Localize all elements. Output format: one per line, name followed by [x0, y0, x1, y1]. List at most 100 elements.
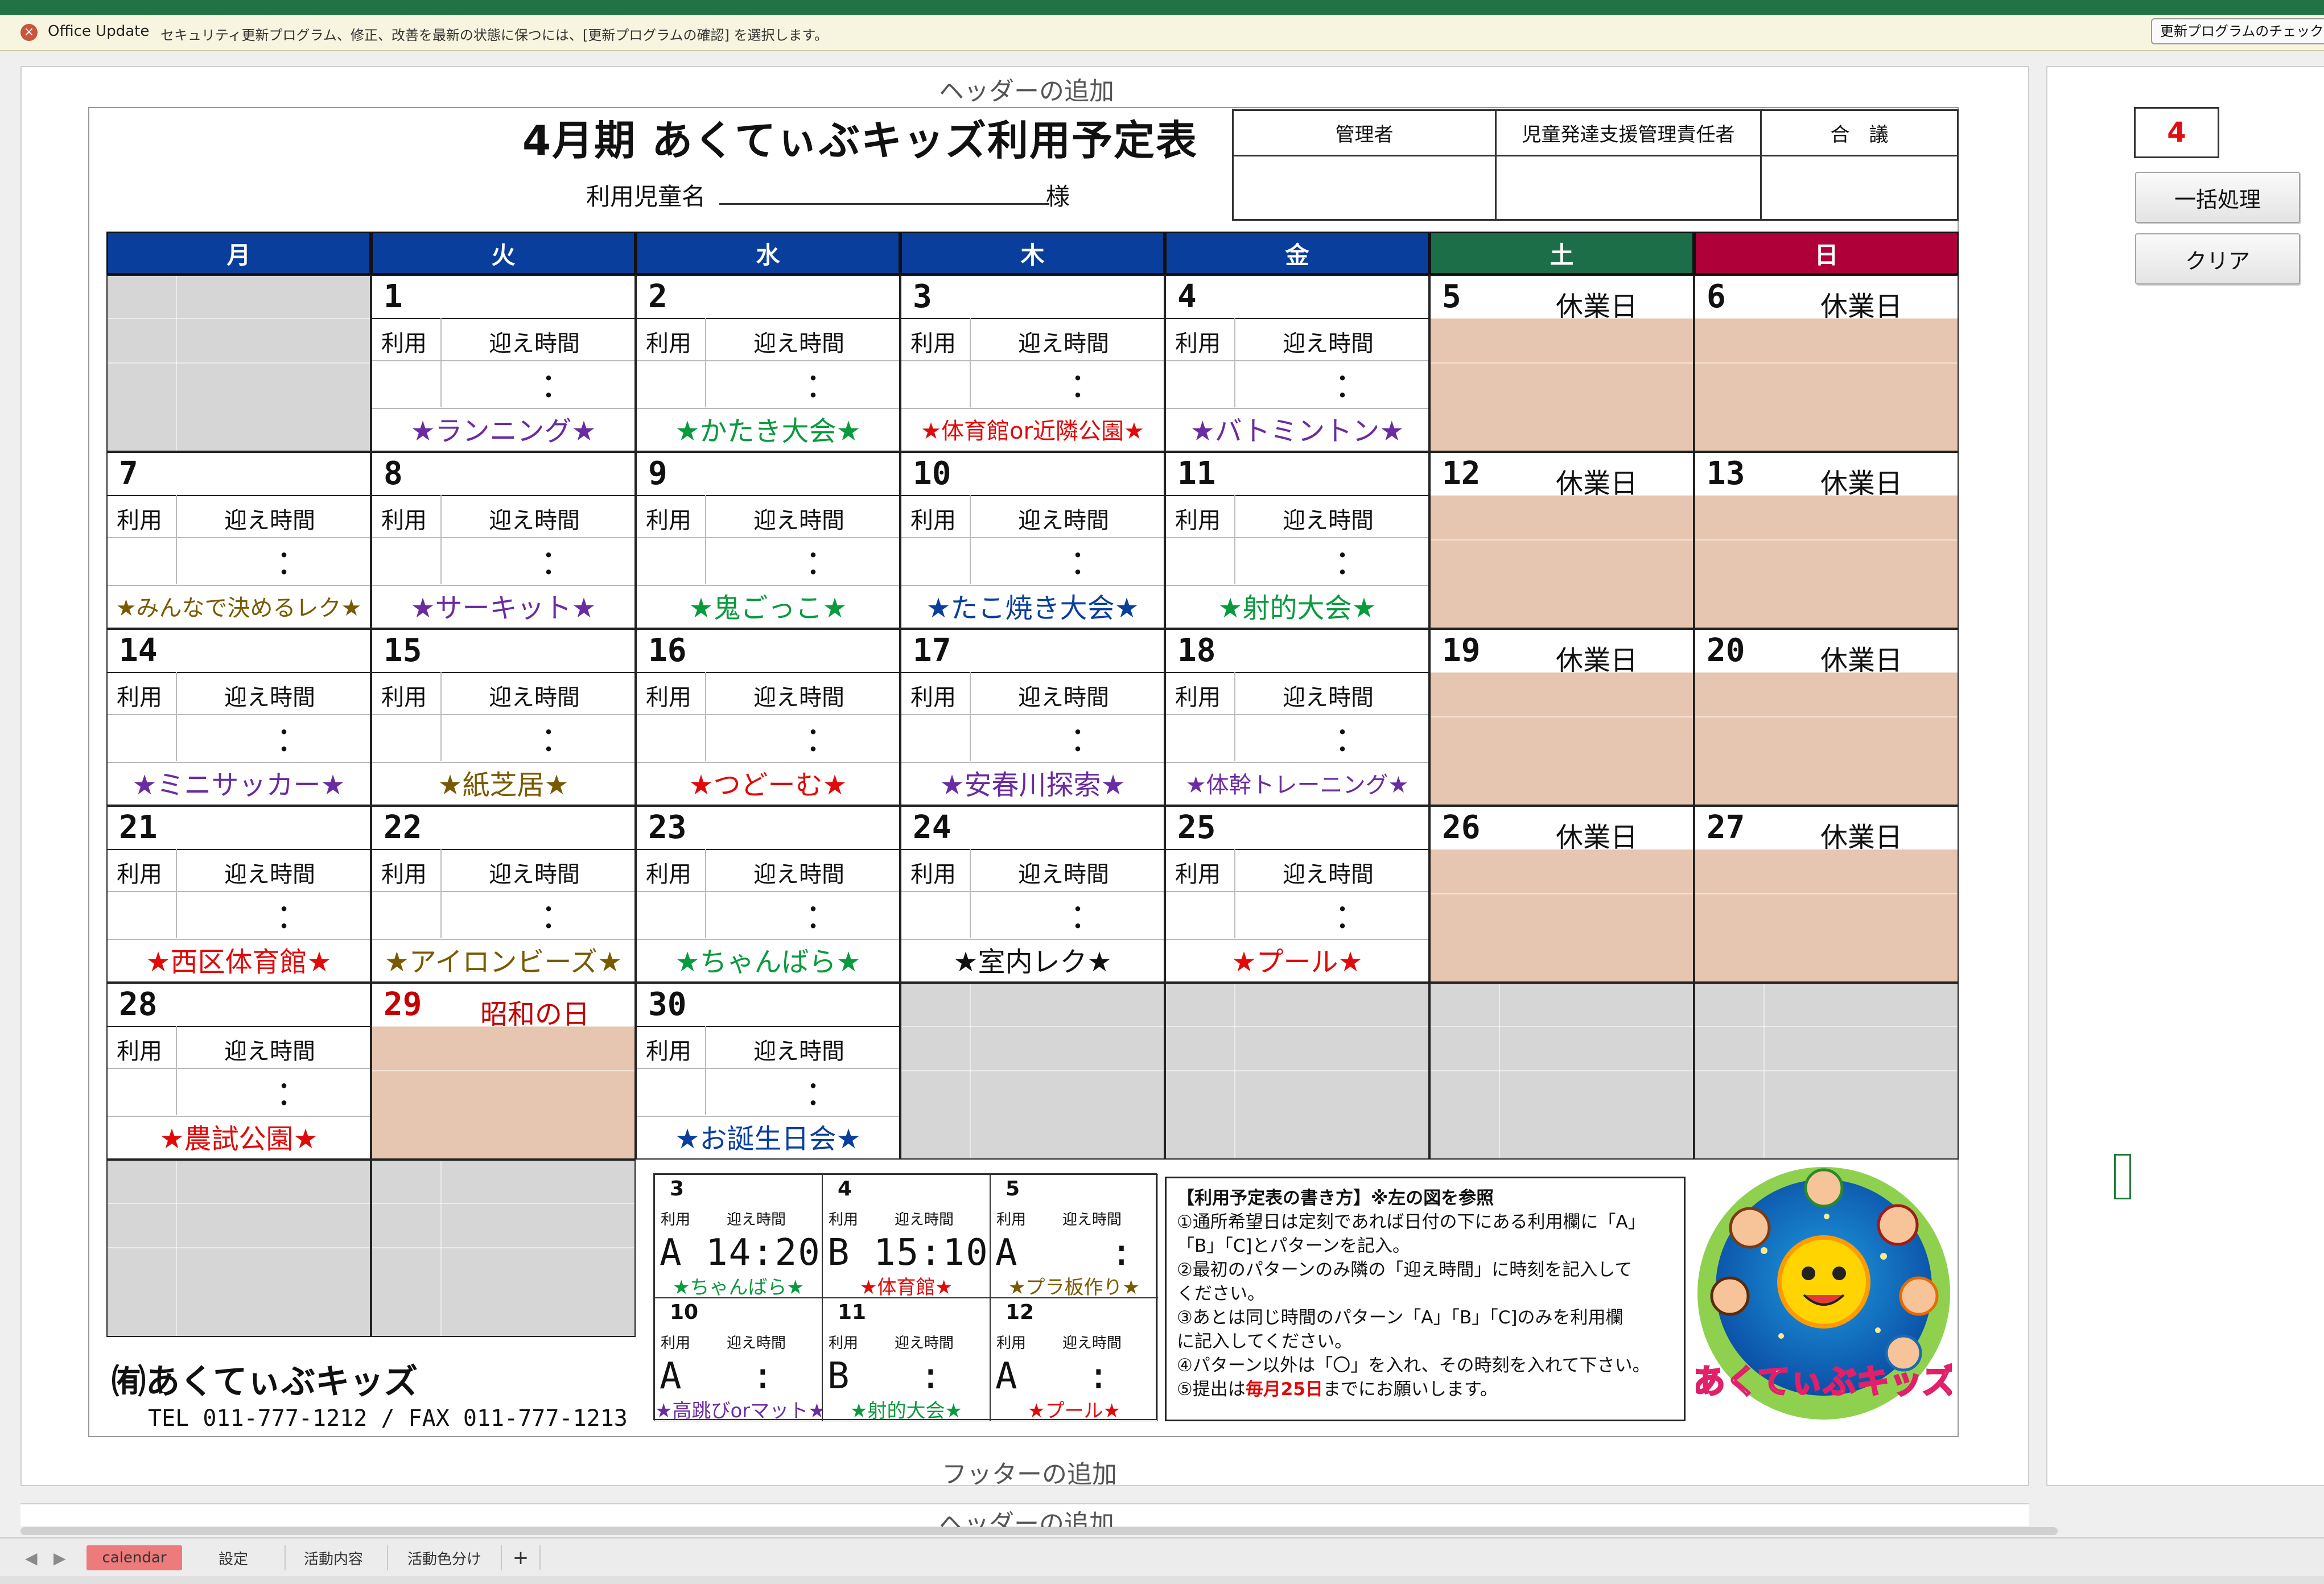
pickup-time-field[interactable]: ・ ・ — [1066, 721, 1089, 761]
example-day: 11 利用 迎え時間 B : ★射的大会★ — [822, 1298, 990, 1421]
usage-label: 利用 — [646, 1038, 691, 1065]
pickup-time-field[interactable]: ・ ・ — [273, 1075, 295, 1115]
closed-day-cell[interactable]: 19 休業日 — [1429, 629, 1694, 806]
add-footer-link[interactable]: フッターの追加 — [942, 1454, 1117, 1490]
pickup-time-field[interactable]: ・ ・ — [802, 544, 825, 584]
day-cell[interactable]: 28 利用 迎え時間・ ・ ★農試公園★ — [106, 983, 371, 1160]
closed-day-cell[interactable]: 26 休業日 — [1429, 806, 1694, 983]
day-cell[interactable]: 21 利用 迎え時間・ ・ ★西区体育館★ — [106, 806, 371, 983]
instruction-line: ①通所希望日は定刻であれば日付の下にある利用欄に「A」 — [1177, 1212, 1646, 1232]
pickup-time-field[interactable]: ・ ・ — [1331, 368, 1354, 407]
closed-day-cell[interactable]: 13 休業日 — [1694, 452, 1959, 629]
day-cell[interactable]: 14 利用 迎え時間・ ・ ★ミニサッカー★ — [106, 629, 371, 806]
day-cell[interactable]: 16 利用 迎え時間・ ・ ★つどーむ★ — [636, 629, 900, 806]
weekday-header: 月 — [106, 232, 371, 275]
closed-day-cell[interactable]: 27 休業日 — [1694, 806, 1959, 983]
pickup-time-field[interactable]: ・ ・ — [802, 898, 825, 938]
approval-stamp-cell[interactable] — [1234, 156, 1497, 219]
pickup-time-field[interactable]: ・ ・ — [1066, 898, 1089, 938]
close-update-icon[interactable]: × — [20, 24, 38, 41]
pickup-time-field[interactable]: ・ ・ — [537, 898, 560, 938]
pickup-time-field[interactable]: ・ ・ — [537, 544, 560, 584]
day-cell[interactable]: 1 利用 迎え時間・ ・ ★ランニング★ — [371, 275, 636, 452]
pickup-time-field[interactable]: ・ ・ — [802, 1075, 825, 1115]
pickup-time-field[interactable]: ・ ・ — [802, 721, 825, 761]
pickup-time-field[interactable]: ・ ・ — [273, 898, 295, 938]
check-updates-button[interactable]: 更新プログラムのチェック — [2151, 18, 2324, 44]
day-cell[interactable]: 8 利用 迎え時間・ ・ ★サーキット★ — [371, 452, 636, 629]
empty-day-cell[interactable] — [1165, 983, 1429, 1160]
day-cell[interactable]: 2 利用 迎え時間・ ・ ★かたき大会★ — [636, 275, 900, 452]
pickup-time-field[interactable]: ・ ・ — [1331, 721, 1354, 761]
month-cell[interactable]: 4 — [2134, 107, 2219, 158]
day-cell[interactable]: 30 利用 迎え時間・ ・ ★お誕生日会★ — [636, 983, 900, 1160]
clear-button[interactable]: クリア — [2135, 233, 2300, 284]
usage-label: 利用 — [117, 508, 162, 534]
pickup-time-field[interactable]: ・ ・ — [1331, 898, 1354, 938]
column-divider — [705, 495, 706, 584]
day-cell[interactable]: 15 利用 迎え時間・ ・ ★紙芝居★ — [371, 629, 636, 806]
closed-day-cell[interactable]: 6 休業日 — [1694, 275, 1959, 452]
day-cell[interactable]: 7 利用 迎え時間・ ・ ★みんなで決めるレク★ — [106, 452, 371, 629]
approval-stamp-cell[interactable] — [1762, 156, 1957, 219]
activity-label: ★農試公園★ — [108, 1116, 370, 1158]
horizontal-scrollbar[interactable] — [20, 1527, 2058, 1535]
usage-label: 利用 — [117, 1038, 162, 1065]
empty-day-cell[interactable] — [106, 1160, 371, 1337]
column-divider — [1234, 672, 1235, 761]
empty-day-cell[interactable] — [1429, 983, 1694, 1160]
day-cell[interactable]: 23 利用 迎え時間・ ・ ★ちゃんばら★ — [636, 806, 900, 983]
day-cell[interactable]: 10 利用 迎え時間・ ・ ★たこ焼き大会★ — [900, 452, 1165, 629]
prev-sheet-icon[interactable]: ◀ — [25, 1549, 38, 1568]
day-cell[interactable]: 18 利用 迎え時間・ ・ ★体幹トレーニング★ — [1165, 629, 1429, 806]
day-number: 24 — [913, 809, 951, 846]
closed-day-cell[interactable]: 20 休業日 — [1694, 629, 1959, 806]
day-cell[interactable]: 22 利用 迎え時間・ ・ ★アイロンビーズ★ — [371, 806, 636, 983]
instruction-line: 「B」「C]とパターンを記入。 — [1177, 1236, 1410, 1256]
add-header-link[interactable]: ヘッダーの追加 — [939, 71, 1114, 107]
closed-day-cell[interactable]: 5 休業日 — [1429, 275, 1694, 452]
child-name-field[interactable] — [719, 203, 1049, 205]
usage-label: 利用 — [910, 508, 956, 534]
tab-activities[interactable]: 活動内容 — [285, 1545, 381, 1570]
tab-activity-colors[interactable]: 活動色分け — [387, 1545, 501, 1570]
batch-process-button[interactable]: 一括処理 — [2135, 172, 2300, 223]
instructions-box: 【利用予定表の書き方】※左の図を参照 ①通所希望日は定刻であれば日付の下にある利… — [1165, 1177, 1686, 1421]
pickup-time-field[interactable]: ・ ・ — [273, 721, 295, 761]
closed-day-cell[interactable]: 12 休業日 — [1429, 452, 1694, 629]
day-cell[interactable]: 9 利用 迎え時間・ ・ ★鬼ごっこ★ — [636, 452, 900, 629]
empty-day-cell[interactable] — [371, 1160, 636, 1337]
day-cell[interactable]: 4 利用 迎え時間・ ・ ★バトミントン★ — [1165, 275, 1429, 452]
pickup-time-label: 迎え時間 — [753, 331, 844, 357]
pickup-time-field[interactable]: ・ ・ — [1331, 544, 1354, 584]
instruction-line: に記入してください。 — [1177, 1331, 1353, 1352]
pickup-time-field[interactable]: ・ ・ — [1066, 368, 1089, 407]
add-sheet-button[interactable]: + — [501, 1545, 541, 1570]
closed-day-cell[interactable]: 29 昭和の日 — [371, 983, 636, 1160]
empty-day-cell[interactable] — [106, 275, 371, 452]
day-cell[interactable]: 3 利用 迎え時間・ ・ ★体育館or近隣公園★ — [900, 275, 1165, 452]
day-cell[interactable]: 11 利用 迎え時間・ ・ ★射的大会★ — [1165, 452, 1429, 629]
usage-label: 利用 — [381, 861, 427, 888]
approval-stamp-cell[interactable] — [1497, 156, 1762, 219]
pickup-time-field[interactable]: ・ ・ — [1066, 544, 1089, 584]
example-handwritten-entry: A : — [660, 1355, 775, 1397]
tab-settings[interactable]: 設定 — [193, 1545, 273, 1570]
empty-day-cell[interactable] — [900, 983, 1165, 1160]
pickup-time-field[interactable]: ・ ・ — [537, 368, 560, 407]
day-cell[interactable]: 17 利用 迎え時間・ ・ ★安春川探索★ — [900, 629, 1165, 806]
pickup-time-field[interactable]: ・ ・ — [537, 721, 560, 761]
child-name-label: 利用児童名 — [586, 183, 706, 211]
day-cell[interactable]: 24 利用 迎え時間・ ・ ★室内レク★ — [900, 806, 1165, 983]
empty-day-cell[interactable] — [1694, 983, 1959, 1160]
weekday-header: 土 — [1429, 232, 1694, 275]
pickup-time-label: 迎え時間 — [224, 508, 315, 534]
tab-calendar[interactable]: calendar — [86, 1545, 182, 1570]
usage-label: 利用 — [1175, 861, 1221, 888]
example-usage-label: 利用 — [996, 1211, 1027, 1228]
pickup-time-field[interactable]: ・ ・ — [273, 544, 295, 584]
day-cell[interactable]: 25 利用 迎え時間・ ・ ★プール★ — [1165, 806, 1429, 983]
pickup-time-field[interactable]: ・ ・ — [802, 368, 825, 407]
next-sheet-icon[interactable]: ▶ — [53, 1549, 66, 1568]
day-number: 30 — [648, 986, 687, 1023]
